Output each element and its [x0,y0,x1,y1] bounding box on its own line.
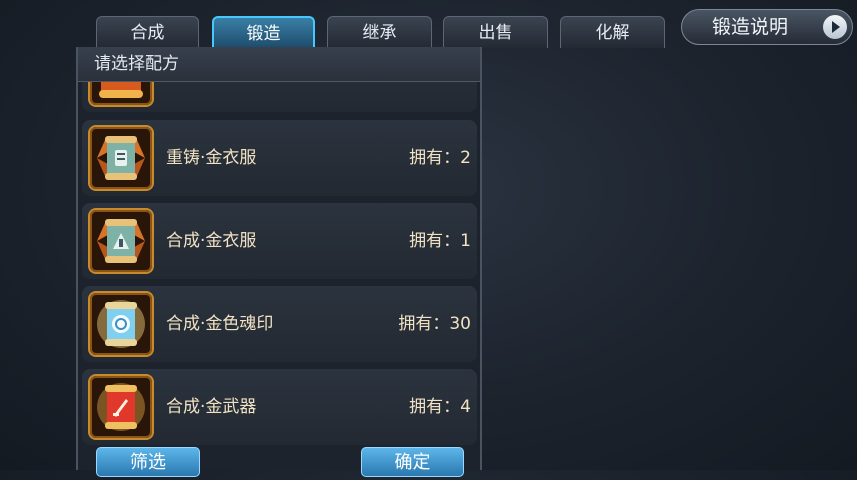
recipe-owned-count: 拥有：1 [409,231,471,251]
recipe-icon-frame [90,376,152,438]
confirm-button[interactable]: 确定 [361,447,464,477]
play-arrow-icon [823,15,847,39]
recipe-name: 重铸·金衣服 [166,148,257,168]
recipe-row-craft-gold-clothes[interactable]: 合成·金衣服 拥有：1 [82,203,477,279]
recipe-row-partial[interactable] [82,82,477,112]
recipe-name: 合成·金衣服 [166,231,257,251]
recipe-icon-frame [90,127,152,189]
recipe-row-recast-gold-clothes[interactable]: 重铸·金衣服 拥有：2 [82,120,477,196]
recipe-owned-count: 拥有：2 [409,148,471,168]
recipe-name: 合成·金武器 [166,397,257,417]
scroll-icon [97,300,145,348]
scroll-icon [97,136,145,180]
forge-help-button[interactable]: 锻造说明 [681,9,853,45]
filter-button[interactable]: 筛选 [96,447,200,477]
panel-title: 请选择配方 [94,54,179,74]
recipe-panel-header: 请选择配方 [78,47,480,82]
tab-sell[interactable]: 出售 [443,16,548,48]
forge-help-label: 锻造说明 [712,16,789,38]
recipe-icon-frame [90,210,152,272]
recipe-owned-count: 拥有：30 [398,314,471,334]
recipe-icon-frame [90,293,152,355]
recipe-list[interactable]: 重铸·金衣服 拥有：2 合成·金衣服 拥有：1 合成·金色魂印 拥有：30 合成… [82,82,478,480]
recipe-name: 合成·金色魂印 [166,314,274,334]
tab-synthesize[interactable]: 合成 [96,16,199,48]
recipe-row-craft-gold-soul-seal[interactable]: 合成·金色魂印 拥有：30 [82,286,477,362]
recipe-owned-count: 拥有：4 [409,397,471,417]
scroll-icon [99,82,143,98]
tab-dissolve[interactable]: 化解 [560,16,665,48]
scroll-icon [97,383,145,431]
tab-inherit[interactable]: 继承 [327,16,432,48]
tab-forge[interactable]: 锻造 [212,16,315,48]
recipe-icon-frame [90,82,152,105]
scroll-icon [97,219,145,263]
recipe-panel: 请选择配方 重铸·金衣服 拥有：2 合成·金衣服 拥有：1 合成·金色魂印 拥有… [76,47,482,470]
recipe-row-craft-gold-weapon[interactable]: 合成·金武器 拥有：4 [82,369,477,445]
